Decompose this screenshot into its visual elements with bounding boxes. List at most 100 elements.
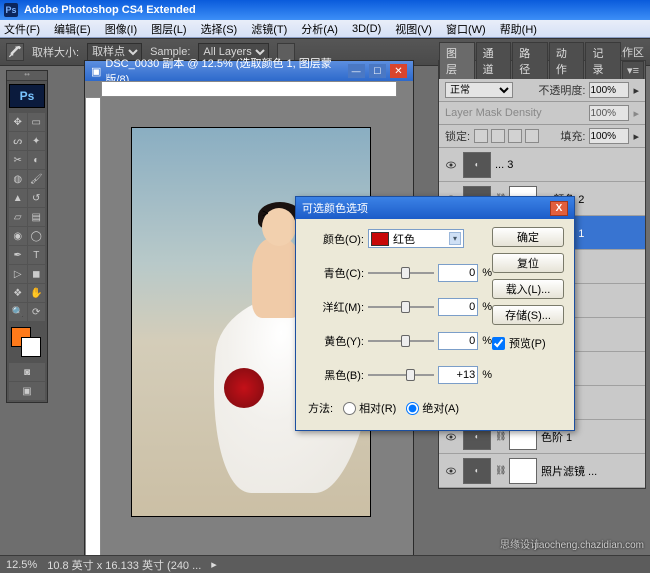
slider-value-1[interactable]: [438, 298, 478, 316]
method-absolute-radio[interactable]: [406, 402, 419, 415]
background-color[interactable]: [21, 337, 41, 357]
tab-history[interactable]: 记录: [585, 42, 621, 79]
tool-crop[interactable]: ✂: [9, 151, 27, 169]
preview-checkbox-row[interactable]: 预览(P): [492, 335, 564, 351]
tool-wand[interactable]: ✦: [28, 132, 46, 150]
ruler-horizontal[interactable]: [101, 81, 397, 97]
lock-all-icon[interactable]: [525, 129, 539, 143]
ok-button[interactable]: 确定: [492, 227, 564, 247]
method-relative[interactable]: 相对(R): [343, 400, 396, 416]
tool-hand[interactable]: ✋: [28, 284, 46, 302]
cancel-button[interactable]: 复位: [492, 253, 564, 273]
zoom-level[interactable]: 12.5%: [6, 559, 37, 571]
load-button[interactable]: 载入(L)...: [492, 279, 564, 299]
eyedropper-icon[interactable]: [6, 43, 24, 61]
dialog-titlebar[interactable]: 可选颜色选项 X: [296, 197, 574, 219]
slider-value-0[interactable]: [438, 264, 478, 282]
main-menubar[interactable]: 文件(F) 编辑(E) 图像(I) 图层(L) 选择(S) 滤镜(T) 分析(A…: [0, 20, 650, 38]
layer-adj-thumb[interactable]: ◐: [463, 458, 491, 484]
tool-shape[interactable]: ◼: [28, 265, 46, 283]
status-flyout-icon[interactable]: ▸: [211, 558, 217, 571]
tab-paths[interactable]: 路径: [512, 42, 548, 79]
menu-select[interactable]: 选择(S): [201, 21, 238, 37]
slider-2[interactable]: [368, 334, 434, 348]
visibility-eye-icon[interactable]: [443, 463, 459, 479]
fill-flyout-icon[interactable]: ▸: [633, 130, 639, 143]
save-button[interactable]: 存储(S)...: [492, 305, 564, 325]
tool-eraser[interactable]: ▱: [9, 208, 27, 226]
slider-value-2[interactable]: [438, 332, 478, 350]
opacity-input[interactable]: [589, 82, 629, 98]
slider-0[interactable]: [368, 266, 434, 280]
tool-blur[interactable]: ◉: [9, 227, 27, 245]
menu-3d[interactable]: 3D(D): [352, 23, 381, 35]
tool-path[interactable]: ▷: [9, 265, 27, 283]
minimize-button[interactable]: —: [348, 64, 365, 78]
tool-brush[interactable]: 🖌: [28, 170, 46, 188]
color-select[interactable]: 红色 ▾: [368, 229, 464, 248]
preview-checkbox[interactable]: [492, 337, 505, 350]
menu-edit[interactable]: 编辑(E): [54, 21, 91, 37]
tool-pen[interactable]: ✒: [9, 246, 27, 264]
menu-view[interactable]: 视图(V): [395, 21, 432, 37]
toolbox[interactable]: •• Ps ✥▭ ᔕ✦ ✂◐ ◍🖌 ▲↺ ▱▤ ◉◯ ✒T ▷◼ ❖✋ 🔍⟳ ◙…: [6, 70, 48, 403]
layer-row-0[interactable]: ◐ ... 3: [439, 148, 645, 182]
tool-history[interactable]: ↺: [28, 189, 46, 207]
document-titlebar[interactable]: ▣ DSC_0030 副本 @ 12.5% (选取颜色 1, 图层蒙版/8) —…: [85, 61, 413, 81]
tool-move[interactable]: ✥: [9, 113, 27, 131]
menu-help[interactable]: 帮助(H): [500, 21, 537, 37]
blend-mode-select[interactable]: 正常: [445, 82, 513, 98]
tool-gradient[interactable]: ▤: [28, 208, 46, 226]
visibility-eye-icon[interactable]: [443, 157, 459, 173]
opacity-flyout-icon[interactable]: ▸: [633, 84, 639, 97]
link-icon[interactable]: ⛓: [495, 431, 505, 442]
layer-adj-thumb[interactable]: ◐: [463, 152, 491, 178]
menu-image[interactable]: 图像(I): [105, 21, 137, 37]
slider-1[interactable]: [368, 300, 434, 314]
toolbox-grip[interactable]: ••: [7, 71, 47, 81]
dialog-close-button[interactable]: X: [550, 201, 568, 216]
tool-heal[interactable]: ◍: [9, 170, 27, 188]
panel-tab-strip[interactable]: 图层 通道 路径 动作 记录 ▾≡: [439, 61, 645, 79]
color-swatches[interactable]: [7, 323, 47, 361]
tool-screenmode[interactable]: ▣: [9, 382, 45, 400]
slider-3[interactable]: [368, 368, 434, 382]
tool-type[interactable]: T: [28, 246, 46, 264]
menu-analysis[interactable]: 分析(A): [301, 21, 338, 37]
tab-actions[interactable]: 动作: [549, 42, 585, 79]
menu-file[interactable]: 文件(F): [4, 21, 40, 37]
fill-input[interactable]: [589, 128, 629, 144]
lock-transparency-icon[interactable]: [474, 129, 488, 143]
tool-3d[interactable]: ❖: [9, 284, 27, 302]
menu-window[interactable]: 窗口(W): [446, 21, 486, 37]
tab-layers[interactable]: 图层: [439, 42, 475, 79]
tool-eyedropper[interactable]: ◐: [28, 151, 46, 169]
link-icon[interactable]: ⛓: [495, 465, 505, 476]
tool-quickmask[interactable]: ◙: [9, 363, 45, 381]
layer-row-9[interactable]: ◐ ⛓ 照片滤镜 ...: [439, 454, 645, 488]
method-absolute[interactable]: 绝对(A): [406, 400, 459, 416]
layer-name[interactable]: ... 3: [495, 159, 641, 171]
panel-menu-icon[interactable]: ▾≡: [622, 61, 644, 79]
tab-channels[interactable]: 通道: [476, 42, 512, 79]
slider-value-3[interactable]: [438, 366, 478, 384]
doc-close-button[interactable]: ✕: [390, 64, 407, 78]
tool-stamp[interactable]: ▲: [9, 189, 27, 207]
tool-zoom[interactable]: 🔍: [9, 303, 27, 321]
lock-pixels-icon[interactable]: [491, 129, 505, 143]
maximize-button[interactable]: ☐: [369, 64, 386, 78]
layer-mask-thumb[interactable]: [509, 458, 537, 484]
tool-marquee[interactable]: ▭: [28, 113, 46, 131]
psd-icon: ▣: [91, 65, 101, 78]
tool-lasso[interactable]: ᔕ: [9, 132, 27, 150]
chevron-down-icon[interactable]: ▾: [449, 232, 461, 245]
layer-name[interactable]: 照片滤镜 ...: [541, 463, 641, 479]
menu-layer[interactable]: 图层(L): [151, 21, 186, 37]
lock-position-icon[interactable]: [508, 129, 522, 143]
menu-filter[interactable]: 滤镜(T): [251, 21, 287, 37]
ruler-vertical[interactable]: [85, 97, 101, 557]
tool-rotate[interactable]: ⟳: [28, 303, 46, 321]
method-relative-radio[interactable]: [343, 402, 356, 415]
method-label: 方法:: [308, 400, 333, 416]
tool-dodge[interactable]: ◯: [28, 227, 46, 245]
